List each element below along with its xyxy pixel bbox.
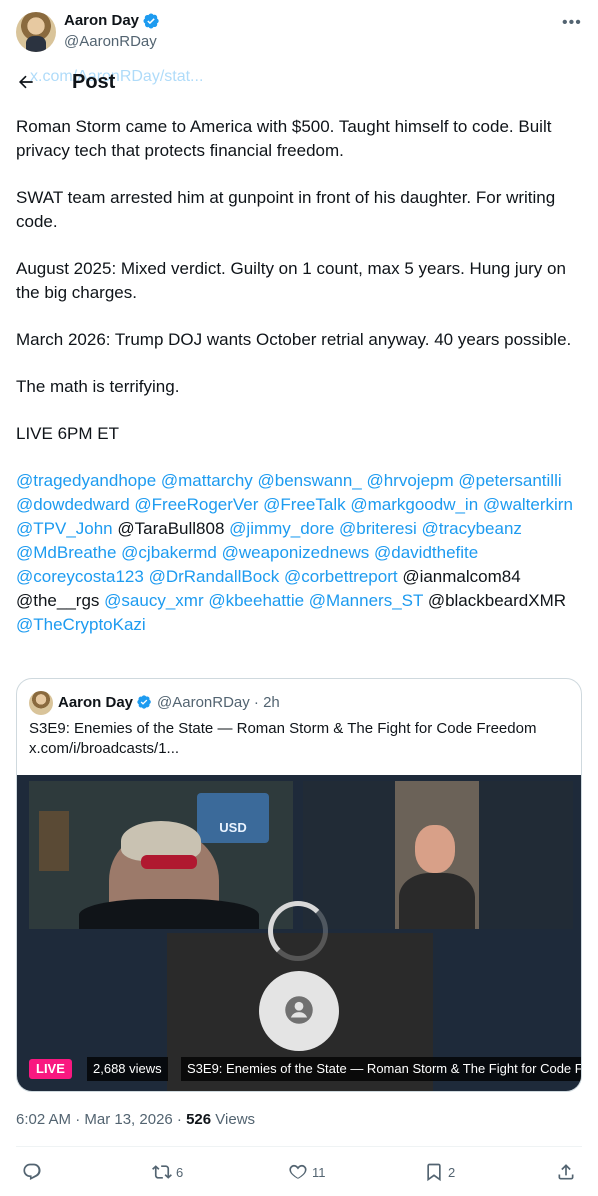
usd-sign: USD xyxy=(197,793,269,843)
mention-link[interactable]: @weaponizednews xyxy=(222,543,370,562)
quoted-link[interactable]: x.com/i/broadcasts/1... xyxy=(29,739,569,759)
mention-link: @blackbeardXMR xyxy=(427,591,567,610)
page-title: Post xyxy=(72,71,116,93)
verified-badge-icon xyxy=(143,13,159,29)
mention-list: @tragedyandhope @mattarchy @benswann_ @h… xyxy=(16,469,586,637)
share-icon xyxy=(558,1164,574,1180)
mention-link[interactable]: @FreeRogerVer xyxy=(134,495,258,514)
tweet-paragraph: SWAT team arrested him at gunpoint in fr… xyxy=(16,188,560,231)
guest-video xyxy=(395,781,479,929)
like-count: 11 xyxy=(312,1164,326,1180)
host-glasses xyxy=(141,855,197,869)
quoted-author-avatar xyxy=(29,691,53,715)
post-header: Aaron Day @AaronRDay ••• x.com/AaronRDay… xyxy=(0,0,598,110)
broadcast-views: 2,688 views xyxy=(87,1057,168,1081)
broadcast-info-bar: LIVE 2,688 views S3E9: Enemies of the St… xyxy=(29,1057,581,1081)
mention-link[interactable]: @cjbakermd xyxy=(121,543,217,562)
mention-link[interactable]: @hrvojepm xyxy=(366,471,453,490)
author-handle[interactable]: @AaronRDay xyxy=(64,33,157,50)
mention-link: @the__rgs xyxy=(16,591,100,610)
user-icon xyxy=(285,996,313,1024)
mention-link[interactable]: @MdBreathe xyxy=(16,543,116,562)
action-bar: 6 11 2 xyxy=(0,1158,598,1186)
mention-link[interactable]: @tracybeanz xyxy=(421,519,521,538)
share-button[interactable] xyxy=(556,1158,576,1186)
verified-badge-icon xyxy=(137,695,151,709)
bookshelf xyxy=(39,811,69,871)
post-time[interactable]: 6:02 AM · Mar 13, 2026 · xyxy=(16,1111,186,1128)
like-button[interactable]: 11 xyxy=(288,1158,326,1186)
tweet-paragraph: LIVE 6PM ET xyxy=(16,424,119,443)
reply-icon xyxy=(23,1163,41,1181)
broadcast-title: S3E9: Enemies of the State — Roman Storm… xyxy=(181,1057,581,1081)
mention-link[interactable]: @davidthefite xyxy=(374,543,478,562)
mention-link[interactable]: @jimmy_dore xyxy=(229,519,334,538)
tweet-paragraph: Roman Storm came to America with $500. T… xyxy=(16,117,557,160)
mention-link: @ianmalcom84 xyxy=(402,567,521,586)
quoted-author-meta: @AaronRDay · 2h xyxy=(157,694,280,711)
author-name[interactable]: Aaron Day xyxy=(64,12,139,29)
view-label: Views xyxy=(211,1111,256,1128)
mention-link[interactable]: @benswann_ xyxy=(258,471,362,490)
mention-link[interactable]: @corbettreport xyxy=(284,567,398,586)
back-arrow-icon[interactable] xyxy=(16,72,36,92)
bookmark-button[interactable]: 2 xyxy=(424,1158,455,1186)
quoted-title: S3E9: Enemies of the State — Roman Storm… xyxy=(29,720,537,737)
mention-link[interactable]: @tragedyandhope xyxy=(16,471,156,490)
guest-face xyxy=(415,825,455,873)
view-count: 526 xyxy=(186,1111,212,1128)
broadcast-media[interactable]: USD LIVE 2,688 views S3E9: Enemies of th… xyxy=(17,775,581,1091)
repost-button[interactable]: 6 xyxy=(152,1158,183,1186)
repost-icon xyxy=(152,1165,172,1179)
mention-link[interactable]: @TPV_John xyxy=(16,519,113,538)
quoted-author-name: Aaron Day xyxy=(58,694,134,711)
mention-link[interactable]: @Manners_ST xyxy=(309,591,423,610)
mention-link[interactable]: @dowdedward xyxy=(16,495,130,514)
mention-link[interactable]: @kbeehattie xyxy=(208,591,304,610)
camera-feed-guest xyxy=(303,781,573,929)
mention-link[interactable]: @FreeTalk xyxy=(263,495,345,514)
quoted-text: S3E9: Enemies of the State — Roman Storm… xyxy=(29,719,569,759)
live-badge: LIVE xyxy=(29,1059,72,1079)
mention-link: @TaraBull808 xyxy=(117,519,225,538)
camera-feed-host: USD xyxy=(29,781,293,929)
host-body xyxy=(79,899,259,929)
divider xyxy=(16,1146,582,1147)
author-avatar[interactable] xyxy=(16,12,56,52)
bookmark-count: 2 xyxy=(448,1164,456,1180)
more-icon[interactable]: ••• xyxy=(562,14,582,32)
guest-body xyxy=(399,873,475,929)
tweet-paragraph: March 2026: Trump DOJ wants October retr… xyxy=(16,330,572,349)
mention-link[interactable]: @TheCryptoKazi xyxy=(16,615,146,634)
mention-link[interactable]: @saucy_xmr xyxy=(104,591,203,610)
mention-link[interactable]: @DrRandallBock xyxy=(149,567,280,586)
mention-link[interactable]: @coreycosta123 xyxy=(16,567,144,586)
mention-link[interactable]: @briteresi xyxy=(339,519,417,538)
tweet-paragraph: August 2025: Mixed verdict. Guilty on 1 … xyxy=(16,259,571,302)
mention-link[interactable]: @markgoodw_in xyxy=(350,495,478,514)
loading-spinner-icon xyxy=(268,901,328,961)
like-icon xyxy=(289,1164,307,1179)
bookmark-icon xyxy=(427,1163,441,1182)
quoted-post[interactable]: Aaron Day @AaronRDay · 2h S3E9: Enemies … xyxy=(16,678,582,1092)
mention-link[interactable]: @mattarchy xyxy=(161,471,253,490)
mention-link[interactable]: @petersantilli xyxy=(458,471,561,490)
tweet-text: Roman Storm came to America with $500. T… xyxy=(16,115,586,637)
post-timestamp: 6:02 AM · Mar 13, 2026 · 526 Views xyxy=(16,1111,255,1128)
mention-link[interactable]: @walterkirn xyxy=(483,495,573,514)
url-overlay-text: x.com/AaronRDay/stat... xyxy=(30,68,204,85)
tweet-paragraph: The math is terrifying. xyxy=(16,377,180,396)
repost-count: 6 xyxy=(176,1164,184,1180)
reply-button[interactable] xyxy=(22,1158,42,1186)
